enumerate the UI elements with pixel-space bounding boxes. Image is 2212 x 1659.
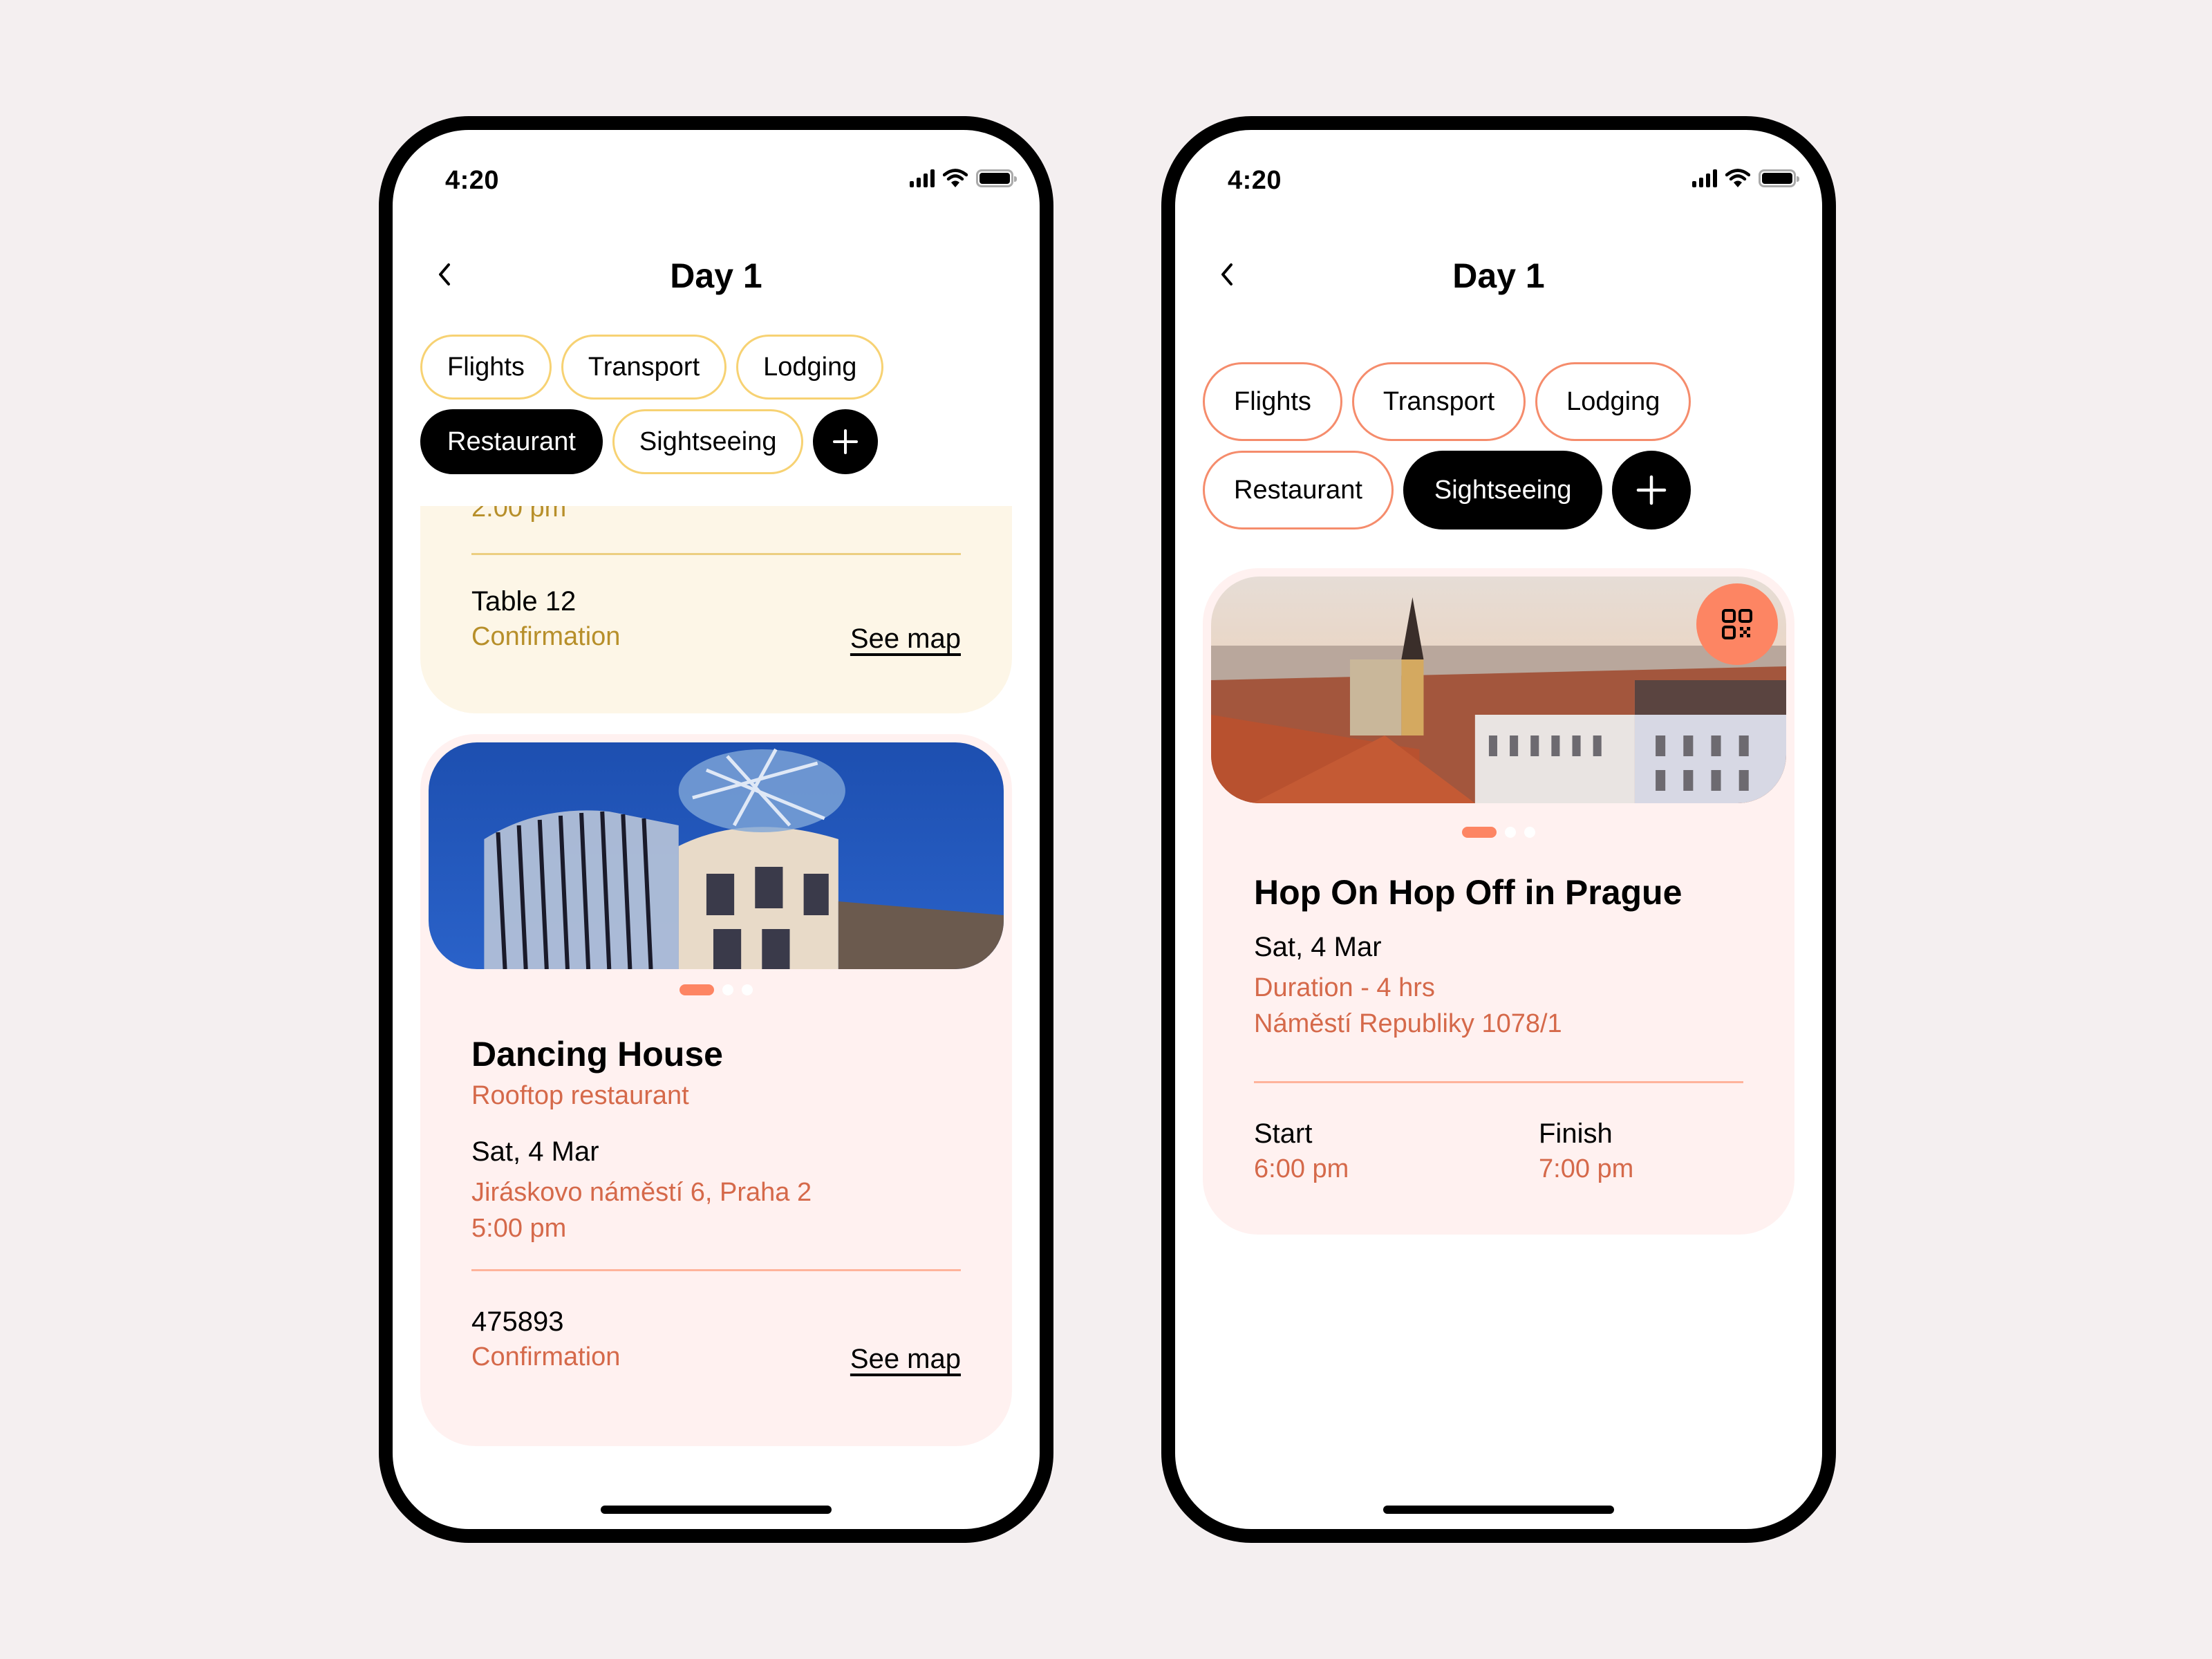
carousel-dot[interactable] (742, 984, 753, 995)
status-icons (910, 169, 1017, 188)
carousel-dot-active[interactable] (679, 984, 714, 995)
signal-icon (910, 169, 935, 187)
divider (471, 553, 961, 555)
start-time: 6:00 pm (1254, 1154, 1349, 1183)
category-chips: Flights Transport Lodging Restaurant Sig… (420, 335, 1012, 474)
chip-transport[interactable]: Transport (1351, 362, 1526, 441)
chip-lodging[interactable]: Lodging (736, 335, 884, 400)
phone-sightseeing-view: 4:20 Day 1 Flights Transport Lodging Res… (1161, 116, 1836, 1543)
booking-time: 5:00 pm (471, 1214, 567, 1243)
booking-date: Sat, 4 Mar (471, 1136, 599, 1167)
finish-time: 7:00 pm (1539, 1154, 1634, 1183)
finish-label: Finish (1539, 1118, 1613, 1149)
chip-lodging[interactable]: Lodging (1535, 362, 1691, 441)
confirmation-value: Table 12 (471, 586, 577, 617)
tour-address: Náměstí Republiky 1078/1 (1254, 1009, 1562, 1038)
home-indicator[interactable] (601, 1506, 832, 1514)
chip-flights[interactable]: Flights (420, 335, 552, 400)
qr-code-button[interactable] (1696, 583, 1778, 665)
category-chips: Flights Transport Lodging Restaurant Sig… (1203, 362, 1794, 529)
status-time: 4:20 (1228, 166, 1282, 195)
carousel-indicator (420, 984, 1012, 995)
carousel-dot-active[interactable] (1462, 827, 1497, 838)
wifi-icon (1725, 169, 1750, 187)
home-indicator[interactable] (1383, 1506, 1614, 1514)
dancing-house-image (429, 742, 1004, 969)
chip-restaurant[interactable]: Restaurant (420, 409, 603, 474)
tour-duration: Duration - 4 hrs (1254, 973, 1435, 1002)
tour-date: Sat, 4 Mar (1254, 932, 1382, 962)
start-label: Start (1254, 1118, 1313, 1149)
restaurant-card: Dancing House Rooftop restaurant Sat, 4 … (420, 734, 1012, 1446)
previous-booking-card: 2:00 pm Table 12 Confirmation See map (420, 506, 1012, 713)
confirmation-label: Confirmation (471, 622, 621, 651)
plus-icon (833, 429, 859, 454)
divider (1254, 1081, 1743, 1083)
confirmation-label: Confirmation (471, 1342, 621, 1371)
signal-icon (1692, 169, 1717, 187)
chip-transport[interactable]: Transport (561, 335, 727, 400)
carousel-dot[interactable] (1505, 827, 1516, 838)
header: Day 1 (393, 246, 1040, 301)
plus-icon (1637, 475, 1667, 505)
chip-sightseeing[interactable]: Sightseeing (1403, 451, 1603, 529)
page-title: Day 1 (1452, 256, 1545, 295)
phone-restaurant-view: 4:20 Day 1 Flights Transport Lodging Res… (379, 116, 1053, 1543)
sightseeing-card: Hop On Hop Off in Prague Sat, 4 Mar Dura… (1203, 568, 1794, 1235)
chip-flights[interactable]: Flights (1203, 362, 1342, 441)
see-map-link[interactable]: See map (850, 1344, 961, 1375)
wifi-icon (943, 169, 968, 187)
header: Day 1 (1175, 246, 1822, 301)
status-time: 4:20 (445, 166, 500, 195)
place-title: Dancing House (471, 1035, 723, 1074)
prague-photo (1211, 577, 1786, 803)
chip-restaurant[interactable]: Restaurant (1203, 451, 1394, 529)
place-address: Jiráskovo náměstí 6, Praha 2 (471, 1178, 812, 1207)
carousel-indicator (1203, 827, 1794, 838)
battery-icon (1759, 169, 1799, 187)
carousel-dot[interactable] (1524, 827, 1535, 838)
booking-time: 2:00 pm (471, 506, 567, 523)
chip-sightseeing[interactable]: Sightseeing (612, 409, 804, 474)
place-subtitle: Rooftop restaurant (471, 1081, 689, 1110)
see-map-link[interactable]: See map (850, 624, 961, 655)
dancing-house-photo (429, 742, 1004, 969)
page-title: Day 1 (670, 256, 762, 295)
confirmation-value: 475893 (471, 1306, 564, 1337)
qr-code-icon (1722, 609, 1752, 639)
add-category-button[interactable] (1612, 451, 1691, 529)
carousel-dot[interactable] (722, 984, 733, 995)
divider (471, 1269, 961, 1271)
battery-icon (976, 169, 1017, 187)
add-category-button[interactable] (813, 409, 879, 474)
tour-title: Hop On Hop Off in Prague (1254, 873, 1683, 912)
status-icons (1692, 169, 1799, 188)
